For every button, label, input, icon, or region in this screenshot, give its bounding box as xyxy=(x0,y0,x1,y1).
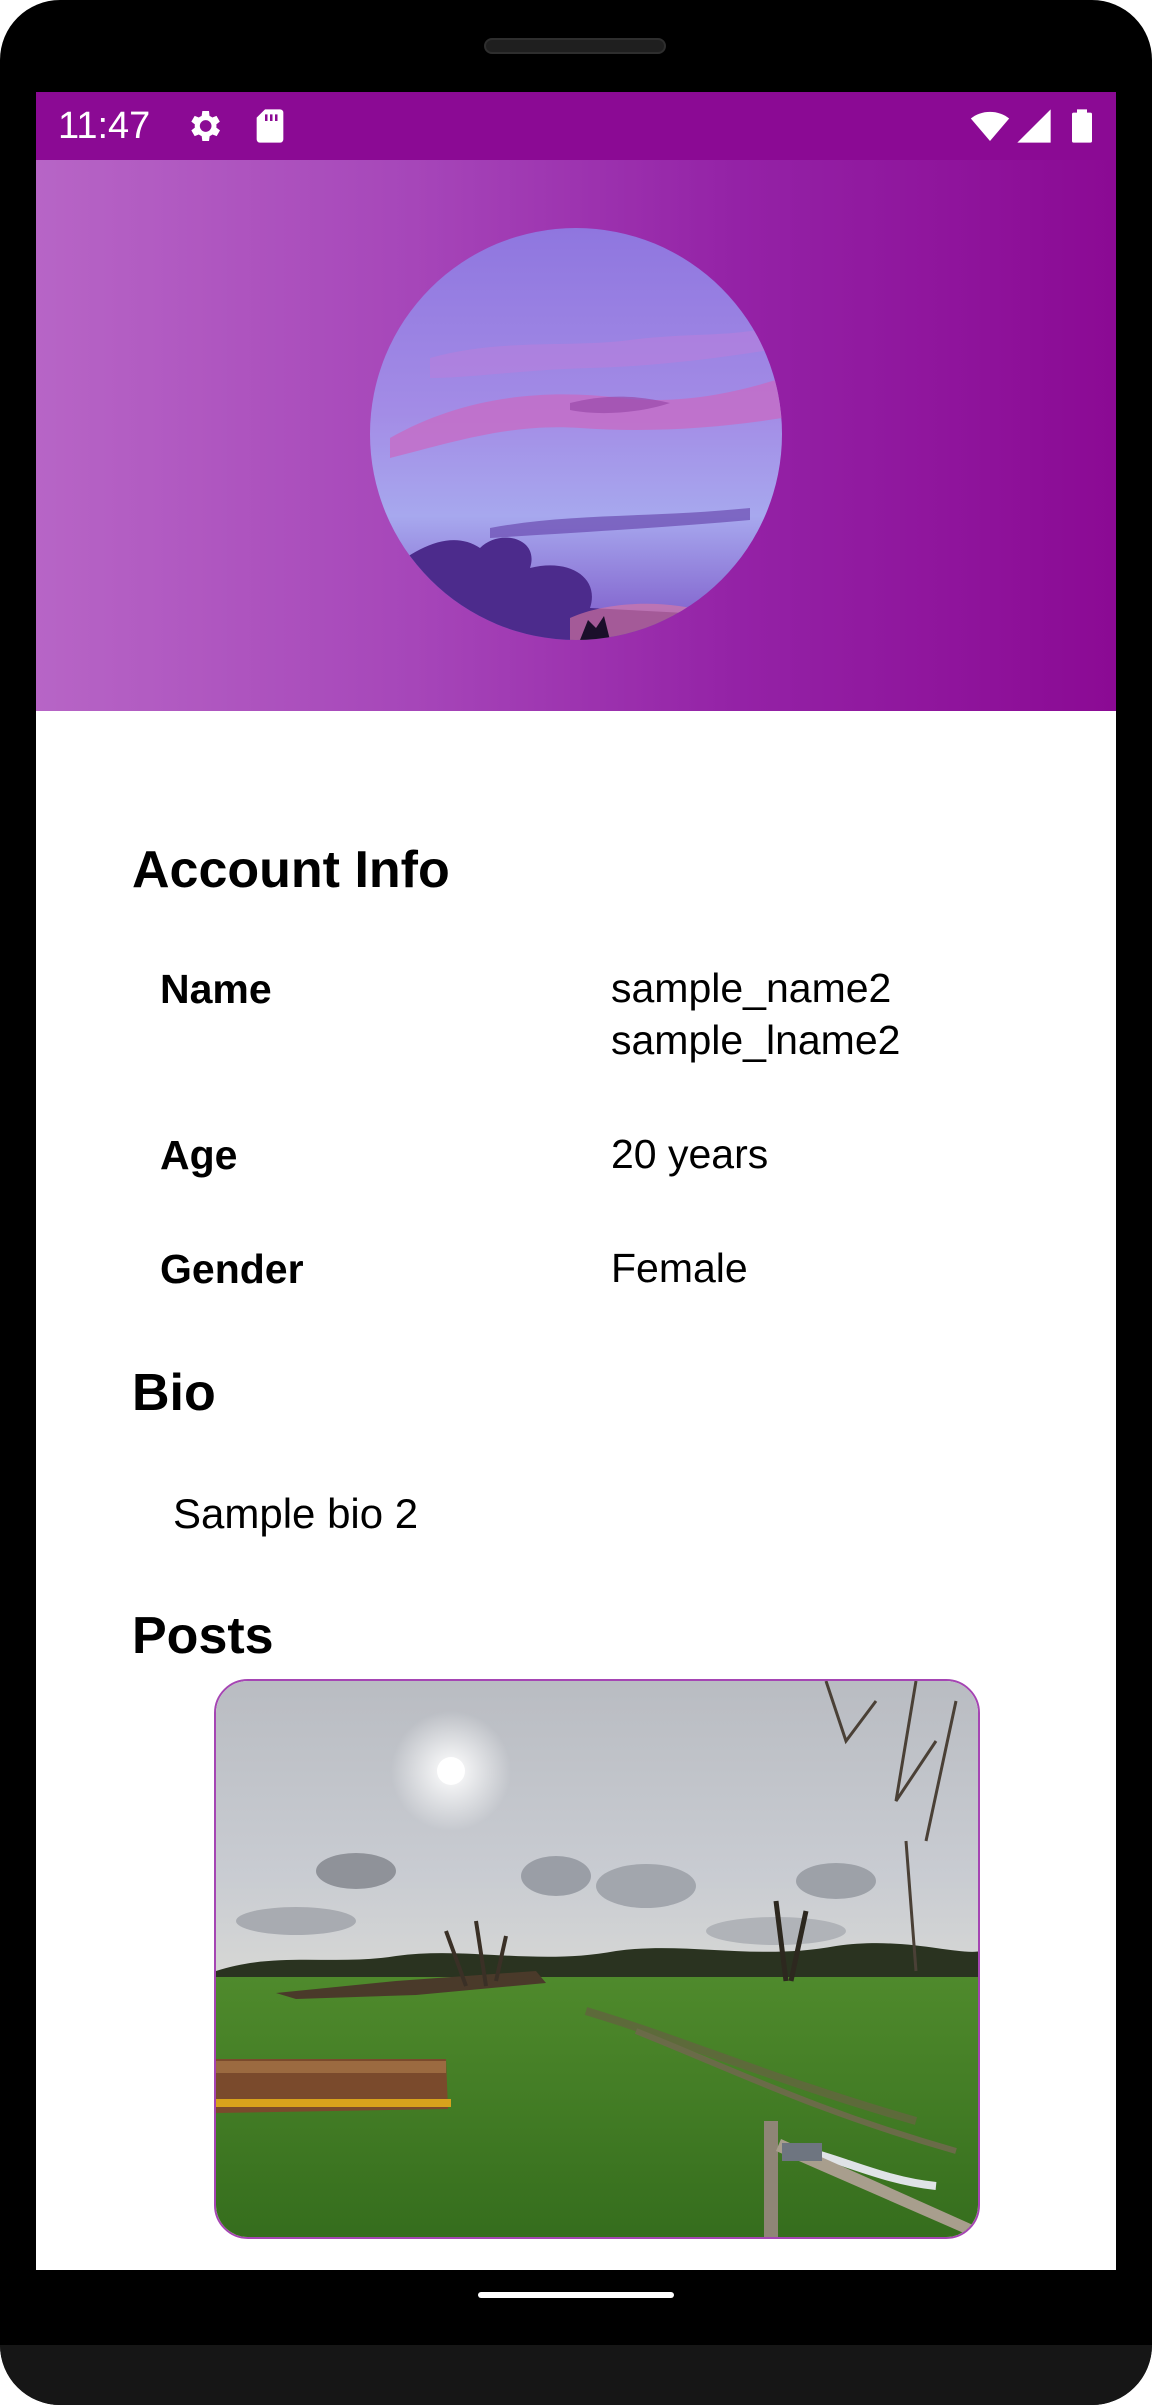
home-gesture-handle[interactable] xyxy=(478,2292,674,2298)
last-name-value: sample_lname2 xyxy=(611,1017,901,1063)
wifi-icon xyxy=(970,111,1010,141)
age-value: 20 years xyxy=(611,1131,769,1177)
name-value: sample_name2 sample_lname2 xyxy=(611,962,1031,1066)
navigation-bar xyxy=(36,2270,1116,2345)
status-time: 11:47 xyxy=(58,105,151,147)
posts-title: Posts xyxy=(132,1607,274,1665)
name-label: Name xyxy=(160,966,272,1012)
sd-card-icon xyxy=(256,109,284,143)
first-name-value: sample_name2 xyxy=(611,965,892,1011)
age-label: Age xyxy=(160,1132,238,1178)
post-card[interactable] xyxy=(214,1679,980,2239)
profile-header xyxy=(36,160,1116,711)
gender-value: Female xyxy=(611,1245,748,1291)
avatar-sunset-image xyxy=(370,228,782,640)
status-bar: 11:47 xyxy=(36,92,1116,160)
account-info-title: Account Info xyxy=(132,841,450,899)
earpiece-speaker xyxy=(484,38,666,54)
battery-icon xyxy=(1072,109,1092,143)
phone-frame: 11:47 Account Info Name sample_name2 sam… xyxy=(0,0,1152,2405)
app-screen: 11:47 Account Info Name sample_name2 sam… xyxy=(36,92,1116,2270)
signal-icon xyxy=(1017,109,1051,143)
post-landscape-image xyxy=(216,1681,978,2237)
profile-avatar[interactable] xyxy=(370,228,782,640)
bio-title: Bio xyxy=(132,1364,216,1422)
gender-label: Gender xyxy=(160,1246,304,1292)
device-chin xyxy=(0,2345,1152,2405)
settings-icon xyxy=(191,111,220,141)
bio-text: Sample bio 2 xyxy=(173,1490,419,1537)
